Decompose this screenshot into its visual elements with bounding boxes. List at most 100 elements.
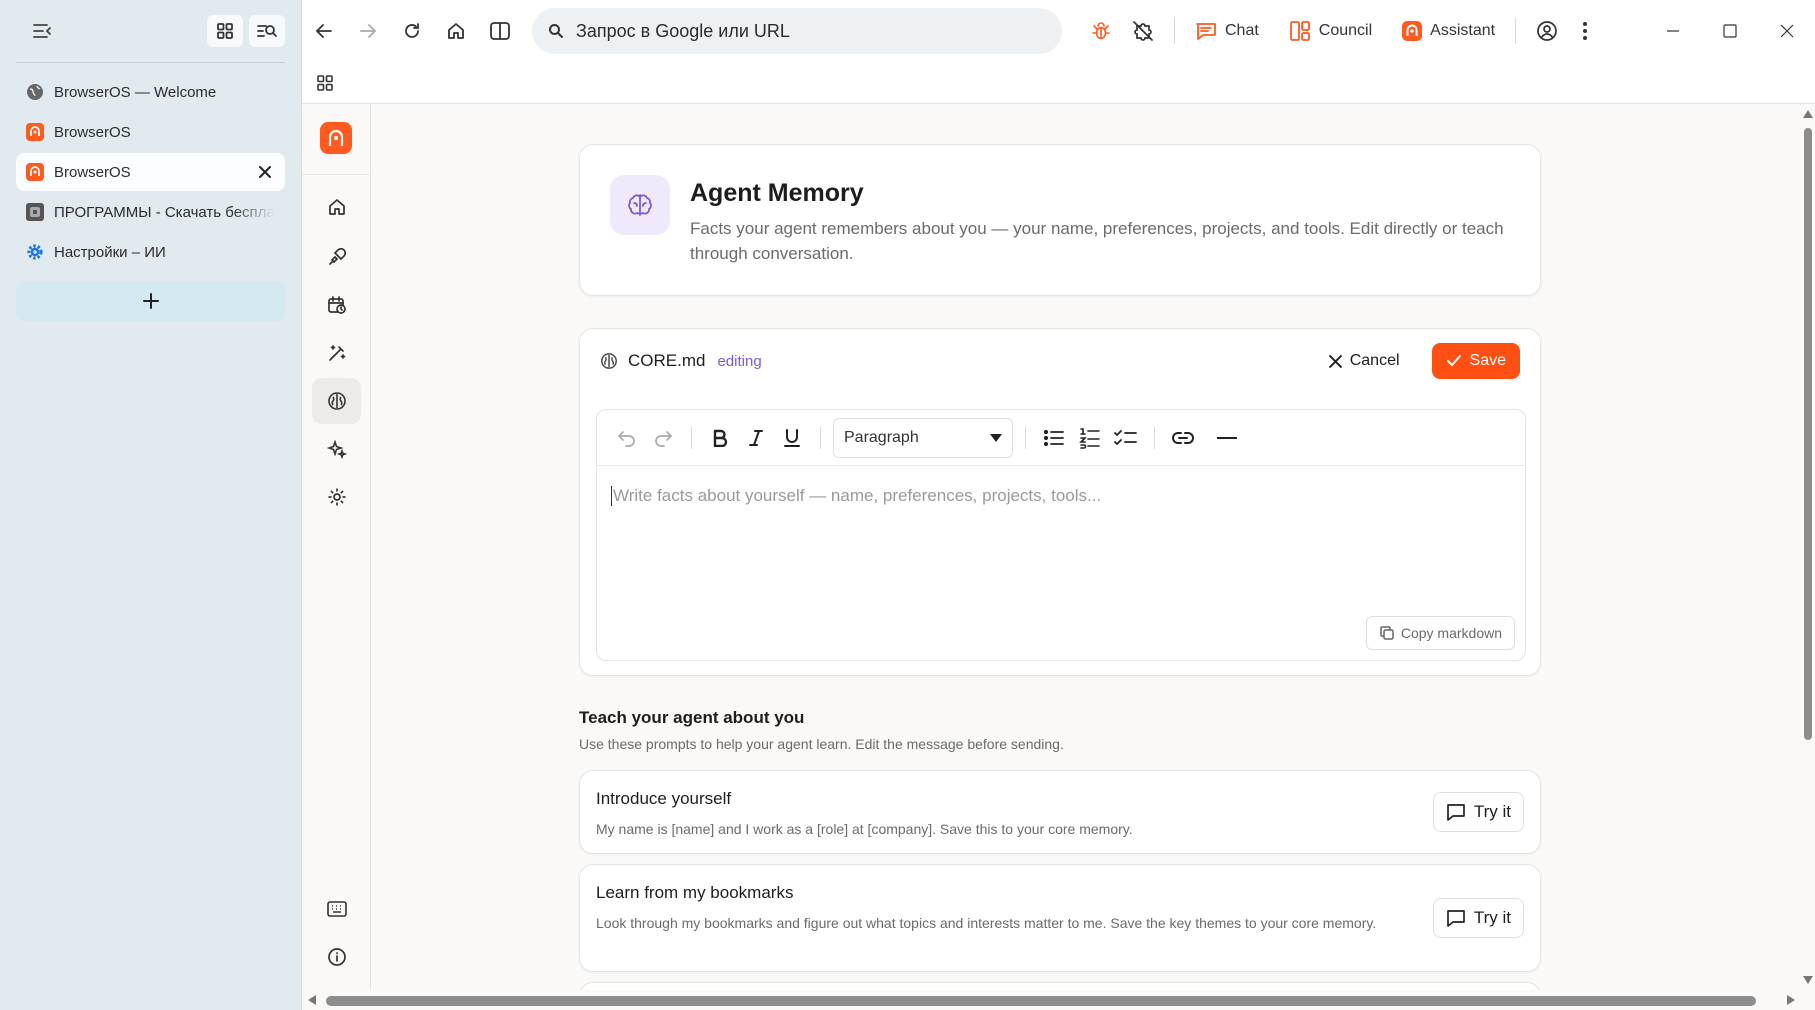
scroll-left-icon bbox=[308, 995, 316, 1005]
plug-icon bbox=[328, 247, 346, 265]
bug-icon bbox=[1092, 22, 1110, 40]
task-list-icon bbox=[1114, 429, 1137, 445]
horizontal-scrollbar[interactable] bbox=[302, 990, 1801, 1010]
home-icon bbox=[328, 199, 345, 215]
italic-button[interactable] bbox=[738, 420, 774, 456]
scroll-right-icon bbox=[1787, 995, 1795, 1005]
bold-button[interactable] bbox=[702, 420, 738, 456]
message-icon bbox=[1447, 804, 1465, 821]
tab-item-active[interactable]: BrowserOS bbox=[16, 153, 285, 191]
scroll-thumb[interactable] bbox=[1804, 128, 1812, 740]
council-button[interactable]: Council bbox=[1281, 11, 1380, 51]
bullet-list-button[interactable] bbox=[1036, 420, 1072, 456]
settings-gear-icon bbox=[26, 243, 44, 261]
editor-body[interactable]: Write facts about yourself — name, prefe… bbox=[597, 466, 1525, 660]
save-button[interactable]: Save bbox=[1431, 343, 1520, 379]
nav-soul[interactable] bbox=[312, 426, 361, 472]
bold-icon bbox=[713, 429, 728, 447]
browseros-logo-icon[interactable] bbox=[320, 122, 352, 154]
tab-item[interactable]: BrowserOS — Welcome bbox=[16, 73, 285, 111]
try-it-button[interactable]: Try it bbox=[1432, 898, 1524, 938]
home-button[interactable] bbox=[434, 11, 478, 51]
copy-markdown-button[interactable]: Copy markdown bbox=[1365, 616, 1515, 650]
prompt-title: Learn from my bookmarks bbox=[596, 883, 794, 902]
assistant-label: Assistant bbox=[1430, 22, 1496, 39]
close-window-button[interactable] bbox=[1758, 0, 1815, 62]
arrow-right-icon bbox=[360, 24, 377, 38]
underline-button[interactable] bbox=[774, 420, 810, 456]
tab-item[interactable]: BrowserOS bbox=[16, 113, 285, 151]
close-tab-icon[interactable] bbox=[255, 162, 275, 182]
new-tab-button[interactable] bbox=[16, 281, 285, 321]
task-list-button[interactable] bbox=[1108, 420, 1144, 456]
brain-icon bbox=[327, 392, 346, 410]
disable-extension-button[interactable] bbox=[1124, 11, 1162, 51]
page-content: Agent Memory Facts your agent remembers … bbox=[302, 104, 1815, 1010]
try-it-label: Try it bbox=[1473, 908, 1511, 927]
nav-scheduled[interactable] bbox=[312, 282, 361, 328]
tab-title: ПРОГРАММЫ - Скачать бесплатно bbox=[54, 203, 275, 221]
tab-grid-icon[interactable] bbox=[207, 15, 243, 47]
nav-home[interactable] bbox=[312, 184, 361, 230]
nav-memory[interactable] bbox=[312, 378, 361, 424]
nav-connections[interactable] bbox=[312, 234, 361, 280]
extension-button[interactable] bbox=[1084, 11, 1118, 51]
markdown-editor: Paragraph Write facts about yourself — n… bbox=[596, 409, 1526, 661]
menu-button[interactable] bbox=[1574, 11, 1596, 51]
address-bar[interactable]: Запрос в Google или URL bbox=[532, 8, 1062, 54]
tab-title: BrowserOS — Welcome bbox=[54, 83, 217, 101]
check-icon bbox=[1446, 355, 1461, 366]
search-tabs-icon[interactable] bbox=[249, 15, 285, 47]
browseros-icon bbox=[26, 163, 44, 181]
try-it-label: Try it bbox=[1473, 802, 1511, 821]
cancel-button[interactable]: Cancel bbox=[1317, 343, 1412, 379]
chat-button[interactable]: Chat bbox=[1187, 11, 1267, 51]
horizontal-rule-icon bbox=[1217, 436, 1237, 439]
tab-item[interactable]: ПРОГРАММЫ - Скачать бесплатно bbox=[16, 193, 285, 231]
maximize-button[interactable] bbox=[1701, 0, 1758, 62]
arrow-left-icon bbox=[315, 24, 332, 38]
page-title: Agent Memory bbox=[690, 179, 864, 207]
editing-status: editing bbox=[717, 352, 762, 370]
scroll-down-icon bbox=[1803, 976, 1813, 984]
page-description: Facts your agent remembers about you — y… bbox=[690, 219, 1504, 263]
horizontal-rule-button[interactable] bbox=[1209, 420, 1245, 456]
reload-button[interactable] bbox=[390, 11, 434, 51]
minimize-button[interactable] bbox=[1644, 0, 1701, 62]
scroll-thumb[interactable] bbox=[326, 996, 1756, 1006]
info-icon bbox=[327, 948, 346, 966]
prompt-text: My name is [name] and I work as a [role]… bbox=[596, 821, 1133, 837]
reload-icon bbox=[405, 23, 419, 38]
nav-shortcuts[interactable] bbox=[312, 886, 361, 932]
collapse-sidebar-icon[interactable] bbox=[24, 15, 60, 47]
apps-grid-icon[interactable] bbox=[316, 74, 334, 92]
chat-label: Chat bbox=[1225, 22, 1259, 39]
nav-about[interactable] bbox=[312, 934, 361, 980]
divider bbox=[16, 62, 285, 63]
profile-button[interactable] bbox=[1528, 11, 1566, 51]
close-icon bbox=[1780, 24, 1793, 38]
forward-button[interactable] bbox=[346, 11, 390, 51]
app-nav-rail bbox=[302, 104, 371, 1010]
vertical-tab-panel: BrowserOS — Welcome BrowserOS BrowserOS … bbox=[0, 0, 302, 1010]
nav-settings[interactable] bbox=[312, 474, 361, 520]
divider bbox=[1025, 426, 1026, 449]
council-label: Council bbox=[1318, 22, 1373, 39]
link-button[interactable] bbox=[1165, 420, 1201, 456]
undo-button[interactable] bbox=[609, 420, 645, 456]
tab-item[interactable]: Настройки – ИИ bbox=[16, 233, 285, 271]
try-it-button[interactable]: Try it bbox=[1432, 792, 1524, 832]
assistant-button[interactable]: Assistant bbox=[1394, 11, 1503, 51]
block-type-select[interactable]: Paragraph bbox=[833, 417, 1013, 458]
chat-icon bbox=[1196, 23, 1216, 40]
prompt-card: Learn from my bookmarks Look through my … bbox=[579, 864, 1541, 972]
council-icon bbox=[1289, 21, 1310, 41]
nav-skills[interactable] bbox=[312, 330, 361, 376]
redo-button[interactable] bbox=[645, 420, 681, 456]
address-placeholder: Запрос в Google или URL bbox=[576, 20, 790, 41]
ordered-list-button[interactable] bbox=[1072, 420, 1108, 456]
vertical-scrollbar[interactable] bbox=[1801, 104, 1815, 990]
back-button[interactable] bbox=[302, 11, 346, 51]
redo-icon bbox=[655, 430, 673, 447]
split-view-button[interactable] bbox=[478, 11, 522, 51]
